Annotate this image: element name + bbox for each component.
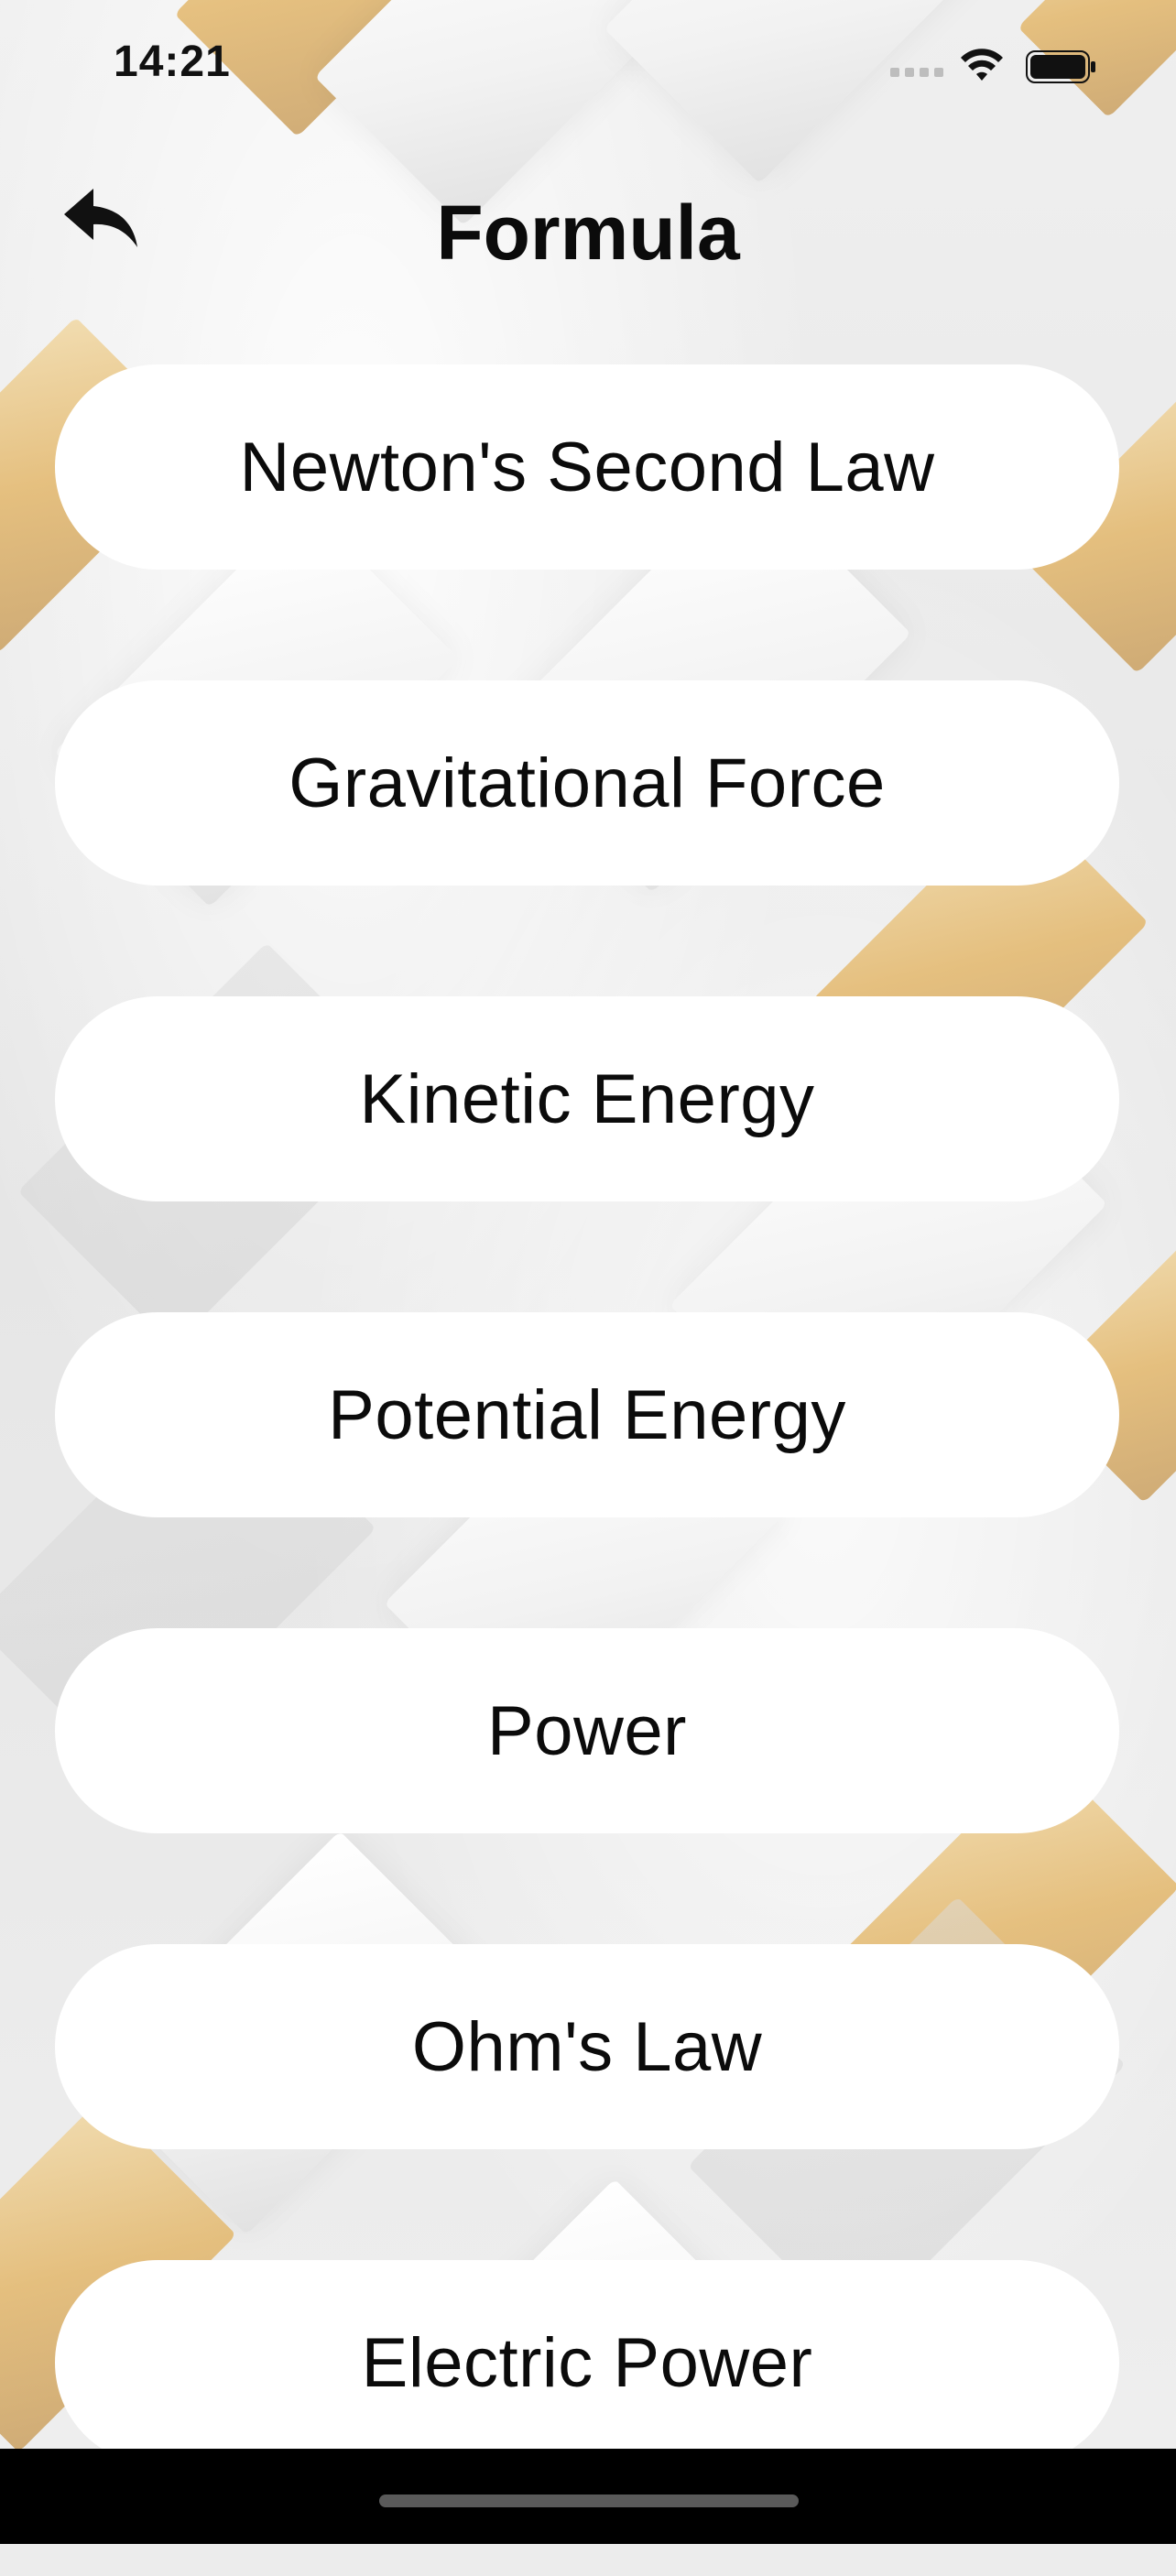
- formula-button[interactable]: Power: [55, 1628, 1119, 1833]
- formula-button[interactable]: Newton's Second Law: [55, 364, 1119, 570]
- formula-button[interactable]: Potential Energy: [55, 1312, 1119, 1517]
- battery-icon: [1026, 50, 1095, 83]
- status-bar: 14:21: [0, 0, 1176, 128]
- formula-label: Electric Power: [361, 2323, 813, 2402]
- formula-button[interactable]: Gravitational Force: [55, 680, 1119, 886]
- bottom-bar: [0, 2449, 1176, 2544]
- status-time: 14:21: [114, 38, 231, 86]
- formula-button[interactable]: Electric Power: [55, 2260, 1119, 2465]
- header-bar: Formula: [0, 165, 1176, 302]
- formula-button[interactable]: Ohm's Law: [55, 1944, 1119, 2149]
- formula-label: Kinetic Energy: [359, 1060, 815, 1138]
- home-indicator[interactable]: [379, 2494, 799, 2507]
- formula-list: Newton's Second Law Gravitational Force …: [55, 364, 1119, 2576]
- formula-label: Newton's Second Law: [239, 428, 935, 506]
- formula-label: Potential Energy: [328, 1375, 846, 1454]
- formula-button[interactable]: Kinetic Energy: [55, 996, 1119, 1201]
- formula-label: Ohm's Law: [411, 2007, 763, 2086]
- formula-label: Gravitational Force: [289, 744, 886, 822]
- formula-label: Power: [487, 1691, 687, 1770]
- cellular-signal-icon: [890, 68, 943, 77]
- wifi-icon: [961, 49, 1003, 81]
- page-title: Formula: [436, 190, 740, 276]
